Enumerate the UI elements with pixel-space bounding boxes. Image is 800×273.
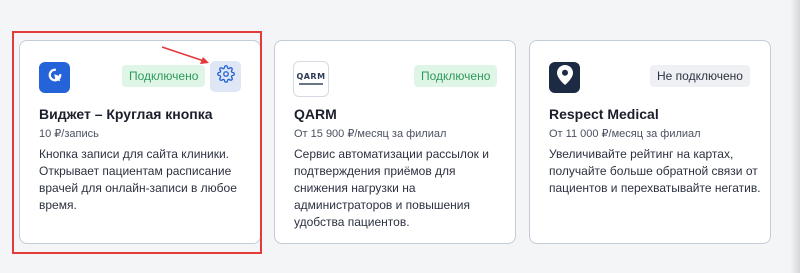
qarm-logo-underline: [299, 83, 323, 85]
qarm-logo-text: QARM: [296, 72, 326, 81]
card-price: От 15 900 ₽/месяц за филиал: [294, 128, 447, 140]
respect-medical-logo: [549, 62, 580, 93]
scrollbar-edge: [790, 0, 800, 273]
annotation-arrow-icon: [161, 46, 209, 64]
qarm-logo: QARM: [293, 61, 329, 97]
selection-highlight: [12, 31, 262, 254]
status-badge: Подключено: [414, 65, 498, 87]
card-price: От 11 000 ₽/месяц за филиал: [549, 128, 701, 140]
card-description: Увеличивайте рейтинг на картах, получайт…: [549, 147, 761, 195]
card-description: Сервис автоматизации рассылок и подтверж…: [294, 147, 489, 229]
card-title: Respect Medical: [549, 106, 659, 122]
integration-card-qarm[interactable]: QARM Подключено QARM От 15 900 ₽/месяц з…: [274, 40, 516, 244]
integration-card-respect-medical[interactable]: Не подключено Respect Medical От 11 000 …: [529, 40, 771, 244]
card-title: QARM: [294, 106, 337, 122]
map-pin-icon: [556, 65, 573, 90]
status-badge: Не подключено: [650, 65, 750, 87]
